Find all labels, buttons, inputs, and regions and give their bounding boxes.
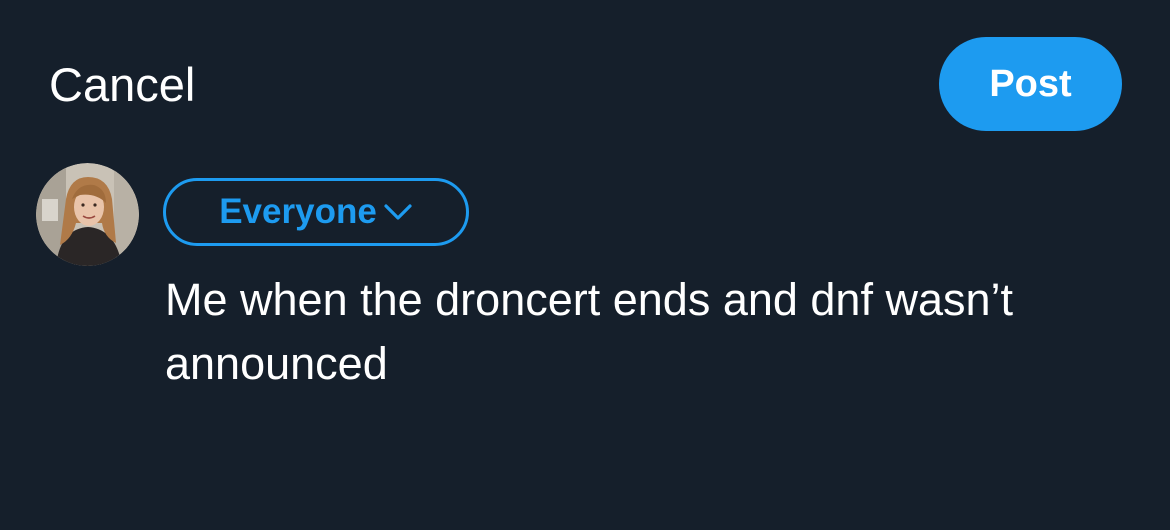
audience-selector[interactable]: Everyone	[163, 178, 469, 246]
tweet-text-input[interactable]: Me when the droncert ends and dnf wasn’t…	[165, 268, 1065, 396]
audience-label: Everyone	[219, 192, 377, 231]
avatar[interactable]	[36, 163, 139, 266]
cancel-button[interactable]: Cancel	[49, 58, 195, 112]
chevron-down-icon	[383, 201, 413, 223]
post-button[interactable]: Post	[939, 37, 1122, 131]
user-avatar-image	[36, 163, 139, 266]
